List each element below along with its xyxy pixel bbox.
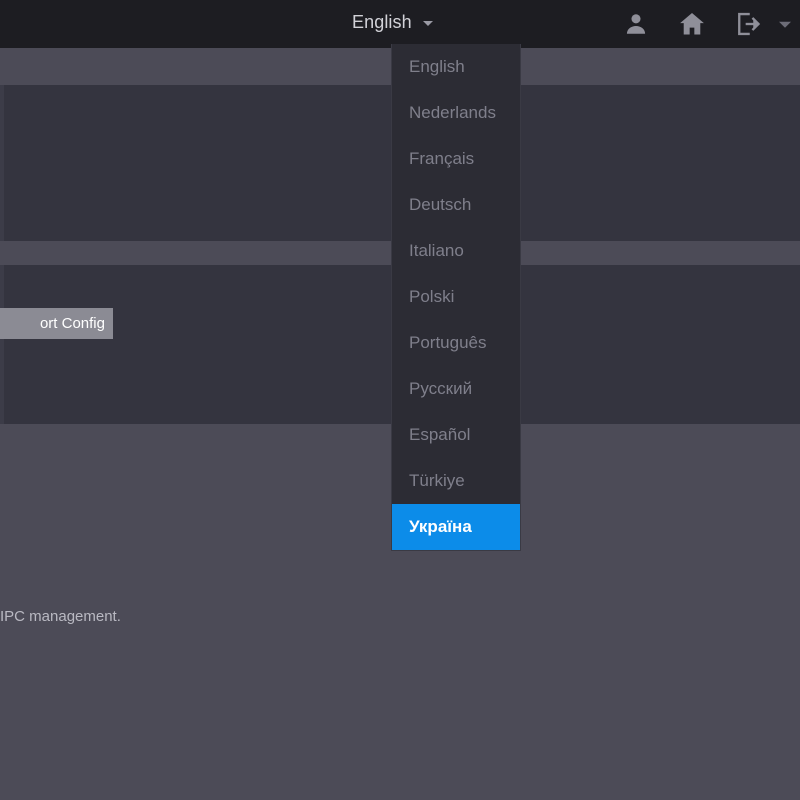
language-option-1[interactable]: English <box>392 44 520 90</box>
top-header-bar: English <box>0 0 800 48</box>
language-option-5[interactable]: Italiano <box>392 228 520 274</box>
chevron-down-overflow-icon <box>776 15 794 33</box>
language-selector-button[interactable]: English <box>352 11 433 33</box>
overflow-icon-button[interactable] <box>776 0 800 48</box>
home-icon-button[interactable] <box>664 0 720 48</box>
language-option-2[interactable]: Nederlands <box>392 90 520 136</box>
left-gutter-upper <box>0 85 4 241</box>
language-selector-label: English <box>352 12 412 32</box>
language-option-9[interactable]: Español <box>392 412 520 458</box>
language-option-3[interactable]: Français <box>392 136 520 182</box>
language-option-4[interactable]: Deutsch <box>392 182 520 228</box>
chevron-down-icon <box>422 21 433 26</box>
language-option-11[interactable]: Україна <box>392 504 520 550</box>
home-icon <box>678 10 706 38</box>
config-button[interactable]: ort Config <box>0 308 113 339</box>
logout-icon <box>734 10 762 38</box>
user-icon <box>623 11 649 37</box>
language-dropdown-menu[interactable]: English Nederlands Français Deutsch Italiano… <box>391 44 521 551</box>
user-icon-button[interactable] <box>608 0 664 48</box>
hint-text: IPC management. <box>0 608 121 625</box>
logout-icon-button[interactable] <box>720 0 776 48</box>
language-option-7[interactable]: Português <box>392 320 520 366</box>
language-option-10[interactable]: Türkiye <box>392 458 520 504</box>
language-option-8[interactable]: Русский <box>392 366 520 412</box>
header-icon-group <box>608 0 800 48</box>
left-gutter-middle <box>0 265 4 424</box>
language-option-6[interactable]: Polski <box>392 274 520 320</box>
app-root: ort Config IPC management. English Engli… <box>0 0 800 800</box>
